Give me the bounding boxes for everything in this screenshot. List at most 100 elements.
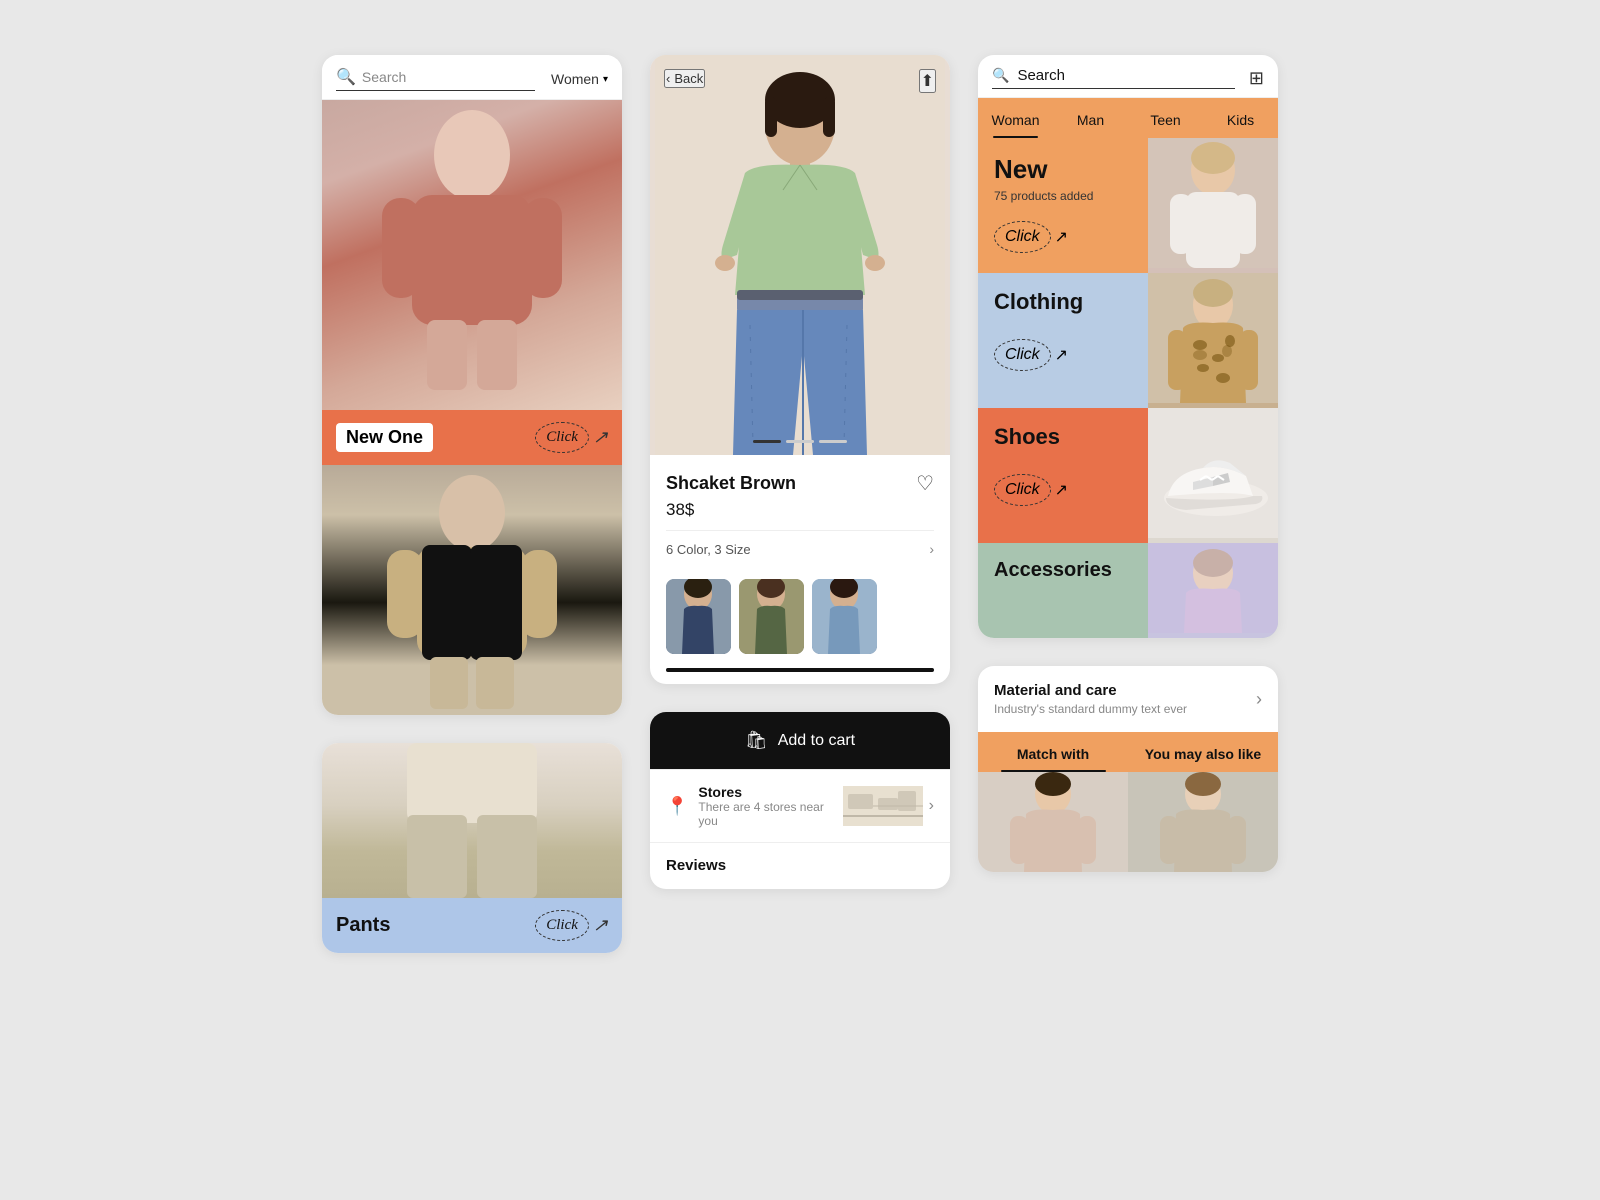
color-size-row[interactable]: 6 Color, 3 Size › xyxy=(666,530,934,557)
new-one-label[interactable]: New One xyxy=(336,423,433,452)
stores-row[interactable]: 📍 Stores There are 4 stores near you xyxy=(650,769,950,842)
stores-map-area: › xyxy=(843,786,934,826)
shoes-click-arrow: ↗ xyxy=(1055,480,1068,500)
product-image-area: ‹ Back ⬆ xyxy=(650,55,950,455)
material-row[interactable]: Material and care Industry's standard du… xyxy=(978,666,1278,732)
shoes-click[interactable]: Click ↗ xyxy=(994,474,1132,506)
tab-also-like[interactable]: You may also like xyxy=(1128,732,1278,772)
click-button-1[interactable]: Click ↗ xyxy=(535,422,608,453)
search-icon-app: 🔍 xyxy=(992,67,1009,84)
new-section-content: New 75 products added Click ↗ xyxy=(978,138,1148,273)
material-care-card: Material and care Industry's standard du… xyxy=(978,666,1278,872)
tab-man[interactable]: Man xyxy=(1053,98,1128,138)
tab-kids-label: Kids xyxy=(1227,112,1254,128)
blazer-model xyxy=(322,465,622,715)
clothing-click-text: Click xyxy=(994,339,1051,371)
tab-woman[interactable]: Woman xyxy=(978,98,1053,138)
add-to-cart-button[interactable]: 🛍 Add to cart xyxy=(650,712,950,769)
page-container: 🔍 Search Women ▾ xyxy=(0,0,1600,1008)
accessories-section-content: Accessories xyxy=(978,543,1148,638)
material-title: Material and care xyxy=(994,682,1187,699)
product-info: Shcaket Brown ♡ 38$ 6 Color, 3 Size › xyxy=(650,455,950,569)
reviews-section: Reviews xyxy=(650,842,950,889)
new-section-click[interactable]: Click ↗ xyxy=(994,221,1132,253)
match-images xyxy=(978,772,1278,872)
click-button-pants[interactable]: Click ↗ xyxy=(535,910,608,941)
variant-thumb-3[interactable] xyxy=(812,579,877,654)
new-section-image xyxy=(1148,138,1278,273)
shoes-click-text: Click xyxy=(994,474,1051,506)
stores-map xyxy=(843,786,923,826)
dot-1 xyxy=(753,440,781,443)
clothing-section-content: Clothing Click ↗ xyxy=(978,273,1148,408)
thumb-figure-3 xyxy=(812,579,877,654)
grid-icon[interactable]: ⊞ xyxy=(1249,68,1264,89)
thumb-figure-2 xyxy=(739,579,804,654)
new-one-banner: New One Click ↗ xyxy=(322,410,622,465)
click-text-1[interactable]: Click xyxy=(535,422,589,453)
accessories-title: Accessories xyxy=(994,559,1132,582)
match-tabs: Match with You may also like xyxy=(978,732,1278,772)
share-icon: ⬆ xyxy=(921,73,934,90)
stores-left: 📍 Stores There are 4 stores near you xyxy=(666,784,843,828)
pants-model xyxy=(322,743,622,898)
shoes-section: Shoes Click ↗ xyxy=(978,408,1278,543)
dot-2 xyxy=(786,440,814,443)
tab-match-with[interactable]: Match with xyxy=(978,732,1128,772)
wishlist-button[interactable]: ♡ xyxy=(916,471,934,496)
clothing-click[interactable]: Click ↗ xyxy=(994,339,1132,371)
product-detail-card: ‹ Back ⬆ xyxy=(650,55,950,684)
tab-kids[interactable]: Kids xyxy=(1203,98,1278,138)
pants-label[interactable]: Pants xyxy=(336,914,390,937)
column-3: 🔍 Search ⊞ Woman Man Teen Kids xyxy=(978,55,1278,953)
cart-section: 🛍 Add to cart 📍 Stores There are 4 store… xyxy=(650,712,950,889)
product-title: Shcaket Brown xyxy=(666,473,796,494)
women-dropdown[interactable]: Women ▾ xyxy=(551,71,608,87)
pants-banner: Pants Click ↗ xyxy=(322,898,622,953)
match-img-1 xyxy=(978,772,1128,872)
material-text: Material and care Industry's standard du… xyxy=(994,682,1187,716)
search-text: Search xyxy=(1017,67,1234,84)
clothing-title: Clothing xyxy=(994,289,1132,315)
chevron-right-icon: › xyxy=(929,541,934,557)
also-like-label: You may also like xyxy=(1145,746,1261,762)
material-subtitle: Industry's standard dummy text ever xyxy=(994,702,1187,716)
clothing-section-image xyxy=(1148,273,1278,408)
match-with-label: Match with xyxy=(1017,746,1089,762)
tab-man-label: Man xyxy=(1077,112,1104,128)
shoes-section-image xyxy=(1148,408,1278,543)
shoes-title: Shoes xyxy=(994,424,1132,450)
tab-teen-label: Teen xyxy=(1150,112,1180,128)
clothing-click-arrow: ↗ xyxy=(1055,345,1068,365)
tab-teen[interactable]: Teen xyxy=(1128,98,1203,138)
back-button[interactable]: ‹ Back xyxy=(664,69,705,88)
search-field[interactable]: 🔍 Search xyxy=(992,67,1235,89)
arrow-icon-1: ↗ xyxy=(593,427,608,448)
new-click-arrow: ↗ xyxy=(1055,227,1068,247)
image-indicators xyxy=(753,440,847,443)
location-icon: 📍 xyxy=(666,796,688,817)
add-to-cart-label: Add to cart xyxy=(778,732,855,750)
back-label: Back xyxy=(674,71,703,86)
material-chevron-icon: › xyxy=(1256,689,1262,710)
new-section-title: New xyxy=(994,154,1132,185)
category-browse-card: 🔍 Search ⊞ Woman Man Teen Kids xyxy=(978,55,1278,638)
stores-subtitle: There are 4 stores near you xyxy=(698,800,842,828)
accessories-image xyxy=(1148,543,1278,638)
chevron-down-icon: ▾ xyxy=(603,74,608,85)
variant-thumb-1[interactable] xyxy=(666,579,731,654)
click-text-pants[interactable]: Click xyxy=(535,910,589,941)
product-price: 38$ xyxy=(666,500,934,520)
share-button[interactable]: ⬆ xyxy=(919,69,936,93)
search-label: Search xyxy=(362,69,406,85)
column-2: ‹ Back ⬆ xyxy=(650,55,950,953)
new-click-text: Click xyxy=(994,221,1051,253)
back-arrow-icon: ‹ xyxy=(666,71,670,86)
variant-thumb-2[interactable] xyxy=(739,579,804,654)
cart-icon: 🛍 xyxy=(745,730,768,751)
match-img-2 xyxy=(1128,772,1278,872)
variant-thumbnails xyxy=(650,569,950,668)
new-section-subtitle: 75 products added xyxy=(994,189,1132,203)
pants-card: Pants Click ↗ xyxy=(322,743,622,953)
stores-info: Stores There are 4 stores near you xyxy=(698,784,842,828)
